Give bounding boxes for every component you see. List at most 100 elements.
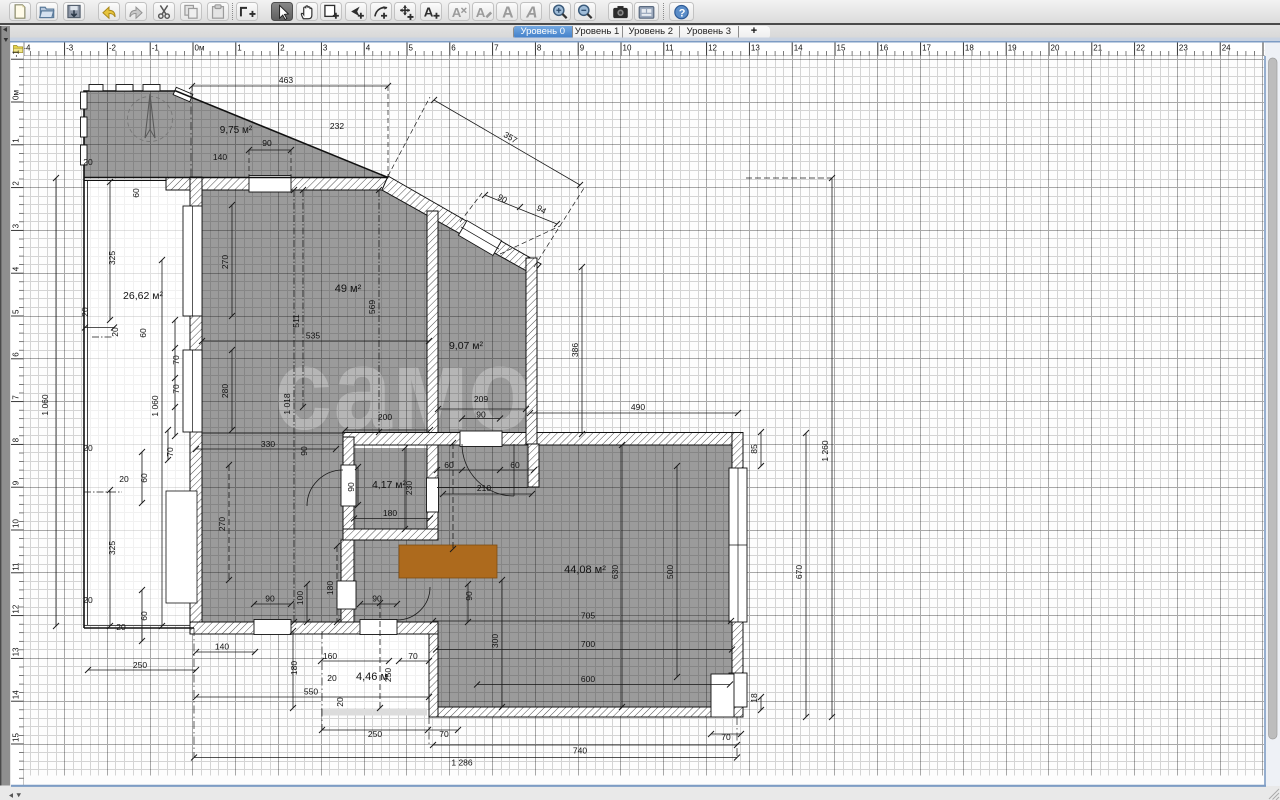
svg-text:180: 180 [383, 508, 397, 518]
svg-text:180: 180 [289, 661, 299, 675]
svg-text:6: 6 [451, 44, 456, 53]
svg-text:24: 24 [1222, 44, 1231, 53]
svg-text:20: 20 [119, 474, 129, 484]
svg-text:490: 490 [631, 402, 645, 412]
svg-text:20: 20 [335, 697, 345, 707]
svg-text:12: 12 [708, 44, 717, 53]
svg-text:8: 8 [12, 437, 21, 442]
svg-text:26,62 м²: 26,62 м² [123, 290, 163, 302]
svg-text:1 286: 1 286 [451, 758, 473, 768]
svg-text:700: 700 [581, 639, 595, 649]
svg-text:A: A [452, 5, 462, 20]
svg-text:20: 20 [80, 307, 90, 317]
svg-text:209: 209 [474, 394, 488, 404]
svg-text:3: 3 [323, 44, 328, 53]
svg-text:?: ? [679, 7, 686, 19]
svg-text:21: 21 [1093, 44, 1102, 53]
svg-text:4: 4 [366, 44, 371, 53]
svg-text:330: 330 [261, 439, 275, 449]
svg-text:11: 11 [12, 562, 21, 571]
svg-text:9,75 м²: 9,75 м² [220, 125, 253, 136]
svg-text:60: 60 [138, 328, 148, 338]
svg-text:200: 200 [378, 412, 392, 422]
svg-text:386: 386 [570, 343, 580, 357]
svg-text:20: 20 [83, 157, 93, 167]
svg-text:60: 60 [131, 188, 141, 198]
svg-text:463: 463 [279, 75, 293, 85]
svg-text:1 060: 1 060 [40, 394, 50, 416]
svg-text:6: 6 [12, 352, 21, 357]
svg-text:7: 7 [494, 44, 499, 53]
svg-text:19: 19 [1008, 44, 1017, 53]
svg-text:500: 500 [665, 565, 675, 579]
svg-text:44,08 м²: 44,08 м² [564, 564, 606, 576]
svg-text:49 м²: 49 м² [335, 283, 362, 295]
svg-text:670: 670 [794, 565, 804, 579]
svg-text:8: 8 [537, 44, 542, 53]
svg-text:20: 20 [83, 443, 93, 453]
svg-text:210: 210 [477, 483, 491, 493]
svg-text:4: 4 [12, 266, 21, 271]
svg-text:1: 1 [237, 44, 242, 53]
svg-text:2: 2 [12, 181, 21, 186]
svg-text:-2: -2 [109, 44, 117, 53]
svg-text:2: 2 [280, 44, 285, 53]
svg-text:325: 325 [107, 251, 117, 265]
svg-text:232: 232 [330, 121, 344, 131]
svg-text:140: 140 [213, 152, 227, 162]
svg-text:90: 90 [464, 591, 474, 601]
svg-text:180: 180 [325, 581, 335, 595]
svg-text:250: 250 [133, 660, 147, 670]
svg-text:7: 7 [12, 395, 21, 400]
svg-text:1: 1 [12, 138, 21, 143]
svg-text:15: 15 [837, 44, 846, 53]
svg-text:10: 10 [12, 519, 21, 528]
svg-text:60: 60 [444, 460, 454, 470]
svg-text:1 260: 1 260 [820, 440, 830, 462]
svg-text:550: 550 [304, 687, 318, 697]
svg-text:270: 270 [220, 255, 230, 269]
svg-text:20: 20 [327, 673, 337, 683]
svg-text:16: 16 [879, 44, 888, 53]
svg-text:A: A [502, 5, 513, 20]
svg-text:90: 90 [372, 594, 382, 604]
svg-text:15: 15 [12, 733, 21, 742]
svg-text:250: 250 [368, 729, 382, 739]
svg-text:A: A [525, 5, 537, 20]
svg-text:-1: -1 [152, 44, 160, 53]
svg-text:70: 70 [408, 651, 418, 661]
svg-text:0м: 0м [12, 90, 21, 100]
svg-text:70: 70 [721, 732, 731, 742]
svg-text:90: 90 [346, 482, 356, 492]
svg-text:90: 90 [476, 410, 486, 420]
svg-text:90: 90 [262, 138, 272, 148]
svg-text:22: 22 [1136, 44, 1145, 53]
svg-text:10: 10 [623, 44, 632, 53]
svg-text:12: 12 [12, 604, 21, 613]
svg-text:70: 70 [171, 355, 181, 365]
svg-text:70: 70 [165, 447, 175, 457]
svg-text:90: 90 [265, 594, 275, 604]
svg-text:60: 60 [139, 473, 149, 483]
svg-text:740: 740 [573, 746, 587, 756]
svg-text:250: 250 [383, 668, 393, 682]
svg-text:630: 630 [610, 565, 620, 579]
svg-text:20: 20 [1051, 44, 1060, 53]
svg-text:9: 9 [580, 44, 585, 53]
svg-text:535: 535 [306, 331, 320, 341]
svg-text:600: 600 [581, 674, 595, 684]
svg-text:270: 270 [217, 517, 227, 531]
svg-text:1 060: 1 060 [150, 395, 160, 417]
svg-text:23: 23 [1179, 44, 1188, 53]
svg-text:70: 70 [439, 729, 449, 739]
svg-text:A: A [476, 5, 486, 20]
svg-text:100: 100 [295, 591, 305, 605]
svg-text:13: 13 [751, 44, 760, 53]
svg-text:280: 280 [220, 384, 230, 398]
svg-text:70: 70 [171, 384, 181, 394]
svg-text:13: 13 [12, 647, 21, 656]
svg-text:18: 18 [965, 44, 974, 53]
svg-text:A: A [424, 4, 434, 19]
svg-text:60: 60 [139, 611, 149, 621]
svg-text:-1: -1 [12, 50, 21, 58]
